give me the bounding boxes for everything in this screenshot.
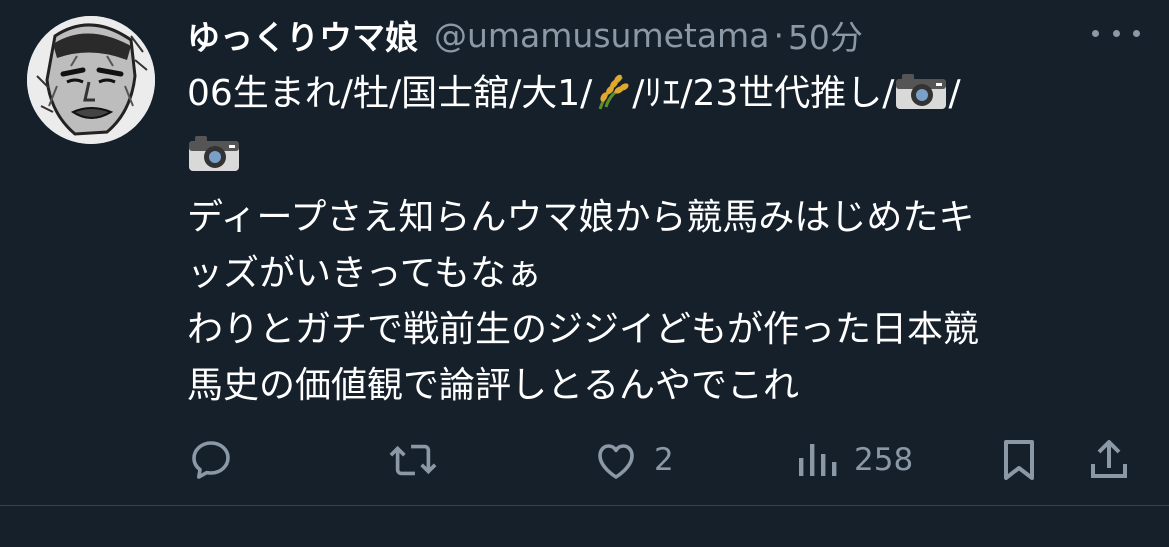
avatar-manga-face-icon [27, 16, 155, 144]
camera-icon [187, 133, 241, 190]
bio-text-part1: 06生まれ/牡/国士舘/大1/ [187, 73, 593, 114]
tweet-text: 06生まれ/牡/国士舘/大1/ /ﾘｴ/23世代推し/ / ディープさえ知らんウマ娘… [187, 66, 1147, 414]
like-count: 2 [654, 442, 674, 478]
text-line: 馬史の価値観で論評しとるんやでこれ [187, 365, 800, 406]
display-name[interactable]: ゆっくりウマ娘 [187, 11, 418, 59]
handle[interactable]: @umamusumetama [434, 16, 769, 55]
bio-line: 06生まれ/牡/国士舘/大1/ /ﾘｴ/23世代推し/ / [187, 66, 1147, 128]
tweet[interactable]: ゆっくりウマ娘 @umamusumetama · 50分 06生まれ/牡/国士舘… [0, 0, 1169, 505]
timestamp[interactable]: 50分 [788, 11, 863, 59]
share-icon [1091, 440, 1127, 478]
reply-button[interactable] [187, 432, 249, 488]
bookmark-icon [1004, 440, 1034, 480]
rice-plant-icon [592, 71, 632, 128]
bio-line-2 [187, 128, 1147, 190]
share-button[interactable] [1086, 432, 1132, 488]
bookmark-button[interactable] [998, 432, 1040, 488]
views-count: 258 [854, 442, 914, 478]
separator: · [773, 15, 784, 55]
heart-icon [598, 444, 634, 479]
action-bar: 2 258 [0, 432, 1169, 488]
more-dot-icon [1092, 29, 1099, 37]
more-dot-icon [1133, 29, 1140, 37]
text-line: ッズがいきってもなぁ [187, 253, 542, 294]
views-button[interactable]: 258 [794, 432, 913, 488]
avatar[interactable] [27, 16, 155, 144]
retweet-icon [389, 444, 437, 476]
bio-text-part3: / [948, 73, 961, 114]
text-line: ディープさえ知らんウマ娘から競馬みはじめたキ [187, 197, 975, 238]
camera-icon [894, 71, 948, 128]
retweet-button[interactable] [388, 432, 452, 488]
divider [0, 505, 1169, 506]
views-icon [799, 444, 837, 476]
bio-text-part2: /ﾘｴ/23世代推し/ [632, 73, 895, 114]
text-line: わりとガチで戦前生のジジイどもが作った日本競 [187, 309, 980, 350]
like-button[interactable]: 2 [592, 432, 674, 488]
reply-icon [192, 441, 230, 479]
more-dot-icon [1112, 29, 1120, 37]
more-options-button[interactable] [1092, 18, 1140, 48]
tweet-header: ゆっくりウマ娘 @umamusumetama · 50分 [187, 10, 863, 60]
